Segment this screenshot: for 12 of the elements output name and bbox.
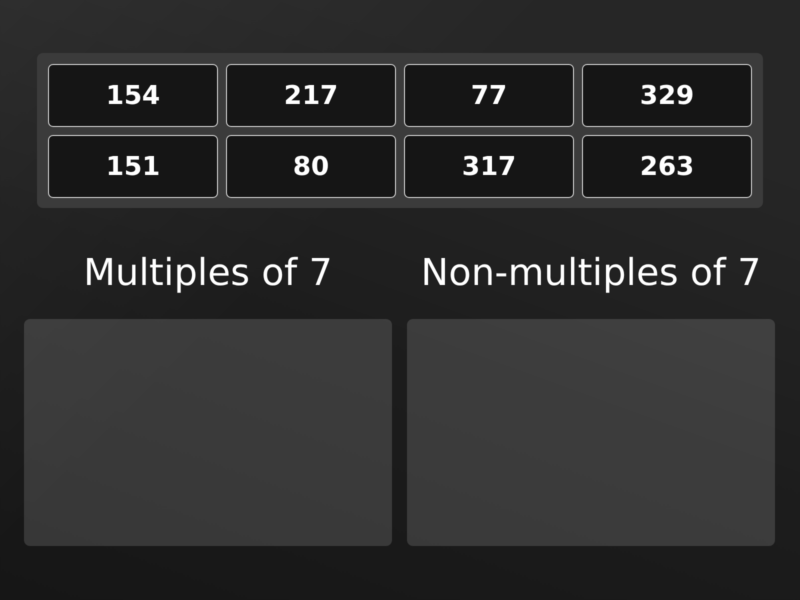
number-tile[interactable]: 329 xyxy=(582,64,752,127)
group-heading: Multiples of 7 xyxy=(84,250,332,296)
number-tile[interactable]: 263 xyxy=(582,135,752,198)
group-heading: Non-multiples of 7 xyxy=(420,250,762,296)
number-tile[interactable]: 80 xyxy=(226,135,396,198)
number-tile[interactable]: 154 xyxy=(48,64,218,127)
drop-zone[interactable] xyxy=(407,319,775,546)
number-tile[interactable]: 77 xyxy=(404,64,574,127)
number-tile[interactable]: 317 xyxy=(404,135,574,198)
drop-zone[interactable] xyxy=(24,319,392,546)
number-tile[interactable]: 151 xyxy=(48,135,218,198)
number-tile[interactable]: 217 xyxy=(226,64,396,127)
